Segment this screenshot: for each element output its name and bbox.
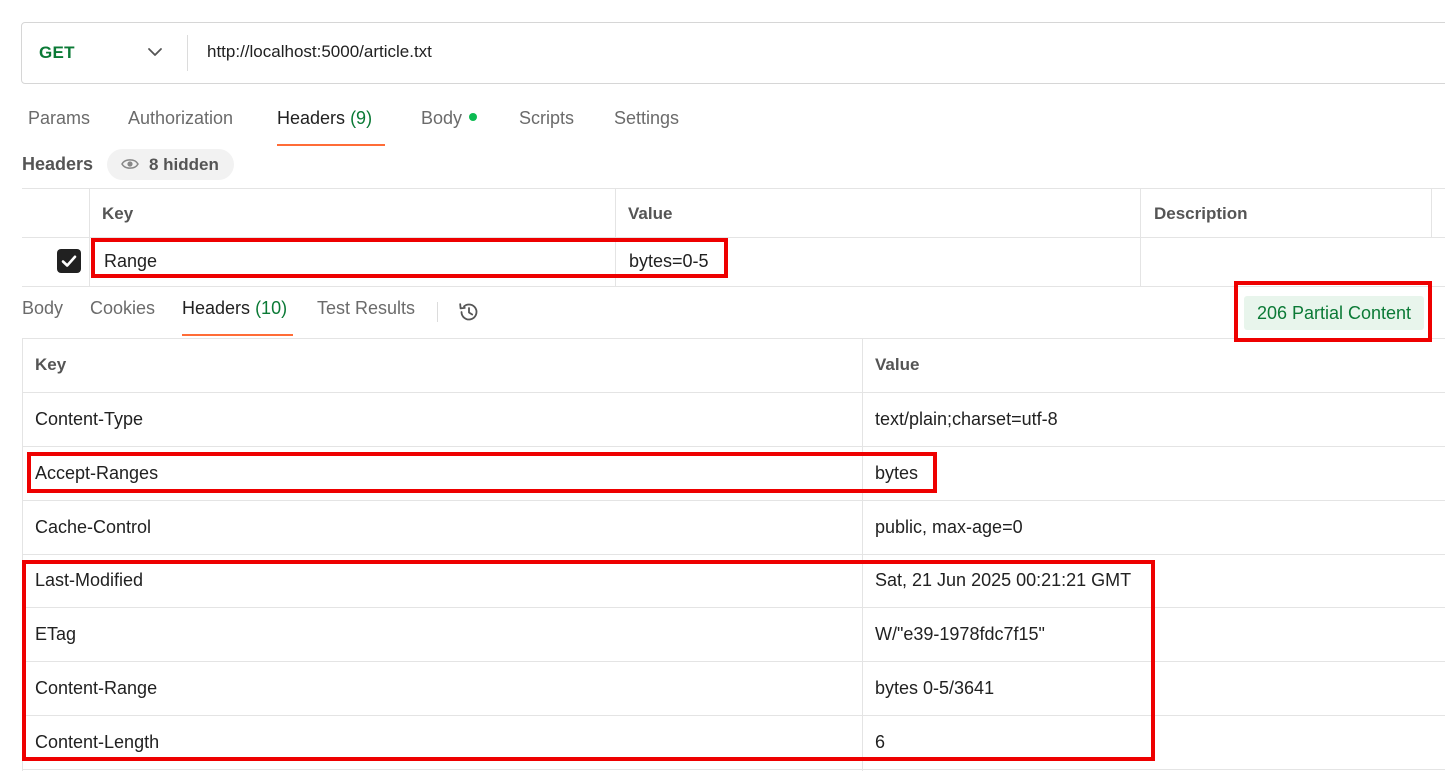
tab-authorization[interactable]: Authorization	[128, 108, 233, 146]
tab-scripts[interactable]: Scripts	[519, 108, 574, 146]
status-dot-icon	[469, 113, 478, 122]
tab-label: Cookies	[90, 298, 156, 318]
table-row: Content-Length 6	[22, 716, 1445, 770]
tab-params[interactable]: Params	[28, 108, 90, 146]
tab-headers[interactable]: Headers (9)	[277, 108, 385, 146]
status-badge: 206 Partial Content	[1244, 296, 1424, 330]
table-row: ETag W/"e39-1978fdc7f15"	[22, 608, 1445, 662]
header-value: W/"e39-1978fdc7f15"	[875, 624, 1045, 644]
tab-label: Test Results	[317, 298, 416, 318]
method-select[interactable]: GET	[39, 43, 75, 63]
table-header-row: Key Value	[22, 339, 1445, 393]
header-value: text/plain;charset=utf-8	[875, 409, 1058, 429]
header-key: Last-Modified	[35, 570, 144, 590]
column-header-value: Value	[628, 204, 673, 223]
tab-label: Authorization	[128, 108, 234, 128]
hidden-headers-toggle[interactable]: 8 hidden	[107, 149, 234, 180]
table-row: Cache-Control public, max-age=0	[22, 501, 1445, 555]
tab-settings[interactable]: Settings	[614, 108, 679, 146]
header-value: 6	[875, 732, 886, 752]
request-header-key[interactable]: Range	[104, 251, 157, 272]
tab-response-headers[interactable]: Headers (10)	[182, 298, 293, 336]
tab-test-results[interactable]: Test Results	[317, 298, 415, 336]
header-key: Content-Type	[35, 409, 144, 429]
header-key: Cache-Control	[35, 517, 152, 537]
url-divider	[187, 35, 188, 71]
url-input[interactable]: http://localhost:5000/article.txt	[207, 42, 432, 62]
header-key: Content-Range	[35, 678, 158, 698]
column-header-key: Key	[102, 204, 134, 223]
header-value: Sat, 21 Jun 2025 00:21:21 GMT	[875, 570, 1132, 590]
hidden-count-label: 8 hidden	[149, 155, 219, 174]
tab-label: Body	[22, 298, 64, 318]
tab-separator	[437, 302, 438, 322]
tab-response-body[interactable]: Body	[22, 298, 63, 336]
checkbox-checked-icon[interactable]	[57, 249, 81, 273]
header-value: public, max-age=0	[875, 517, 1023, 537]
tab-label: Scripts	[519, 108, 575, 128]
column-header-value: Value	[875, 355, 920, 374]
history-icon[interactable]	[456, 299, 482, 325]
tab-label: Headers	[277, 108, 346, 128]
header-value: bytes	[875, 463, 919, 483]
header-value: bytes 0-5/3641	[875, 678, 995, 698]
tab-label: Settings	[614, 108, 680, 128]
tab-cookies[interactable]: Cookies	[90, 298, 155, 336]
column-header-description: Description	[1154, 204, 1248, 223]
url-bar: GET http://localhost:5000/article.txt	[21, 22, 1445, 84]
tab-count: (10)	[255, 298, 288, 318]
table-row: Last-Modified Sat, 21 Jun 2025 00:21:21 …	[22, 554, 1445, 608]
tab-label: Params	[28, 108, 91, 128]
table-row: Content-Range bytes 0-5/3641	[22, 662, 1445, 716]
table-row: Accept-Ranges bytes	[22, 447, 1445, 501]
request-header-value[interactable]: bytes=0-5	[629, 251, 709, 272]
tab-label: Body	[421, 108, 463, 128]
header-key: Accept-Ranges	[35, 463, 159, 483]
response-tabs: Body Cookies Headers (10) Test Results	[22, 298, 502, 338]
chevron-down-icon[interactable]	[146, 43, 164, 61]
column-header-key: Key	[35, 355, 67, 374]
response-headers-table: Key Value Content-Type text/plain;charse…	[22, 338, 1445, 771]
tab-label: Headers	[182, 298, 251, 318]
request-headers-table: Key Value Description Range bytes=0-5	[22, 188, 1445, 287]
table-row: Content-Type text/plain;charset=utf-8	[22, 393, 1445, 447]
tab-count: (9)	[350, 108, 373, 128]
tab-body[interactable]: Body	[421, 108, 478, 146]
header-key: ETag	[35, 624, 77, 644]
eye-icon	[121, 159, 139, 169]
headers-title: Headers	[22, 154, 94, 174]
header-key: Content-Length	[35, 732, 160, 752]
